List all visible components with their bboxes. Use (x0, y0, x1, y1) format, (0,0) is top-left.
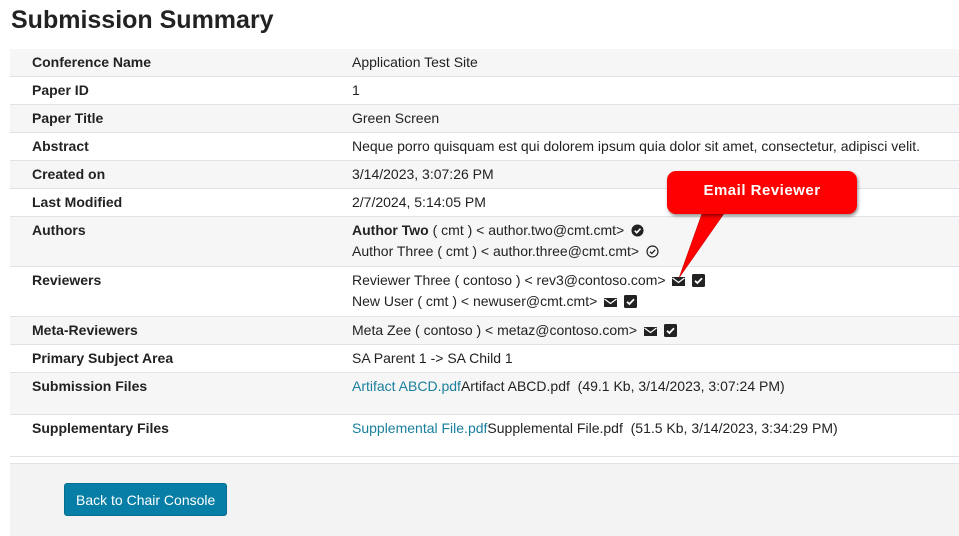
last-modified-value: 2/7/2024, 5:14:05 PM (352, 188, 959, 217)
supplementary-file-link[interactable]: Supplemental File.pdf (352, 420, 487, 436)
meta-reviewers-list: Meta Zee ( contoso ) < metaz@contoso.com… (352, 316, 959, 345)
email-icon[interactable] (643, 326, 657, 337)
submission-files-value: Artifact ABCD.pdfArtifact ABCD.pdf (49.1… (352, 372, 959, 415)
supplementary-file-details: (51.5 Kb, 3/14/2023, 3:34:29 PM) (622, 420, 838, 436)
label: Authors (10, 216, 352, 267)
submission-file-details: (49.1 Kb, 3/14/2023, 3:07:24 PM) (569, 378, 785, 394)
footer-bar: Back to Chair Console (10, 463, 959, 536)
author-details: ( cmt ) < author.two@cmt.cmt> (428, 222, 625, 238)
author-name: Author Two (352, 222, 429, 238)
row-paper-title: Paper Title Green Screen (10, 104, 959, 133)
author-details: ( cmt ) < author.three@cmt.cmt> (433, 243, 640, 259)
row-meta-reviewers: Meta-Reviewers Meta Zee ( contoso ) < me… (10, 316, 959, 345)
page-title: Submission Summary (11, 6, 274, 34)
checkbox-checked-icon[interactable] (692, 274, 706, 287)
created-on-value: 3/14/2023, 3:07:26 PM (352, 160, 959, 189)
email-reviewer-callout: Email Reviewer (667, 171, 857, 214)
back-to-chair-console-button[interactable]: Back to Chair Console (64, 483, 228, 516)
paper-title-value: Green Screen (352, 104, 959, 133)
submission-file-link[interactable]: Artifact ABCD.pdf (352, 378, 461, 394)
supplementary-files-value: Supplemental File.pdfSupplemental File.p… (352, 414, 959, 457)
submission-file-name: Artifact ABCD.pdf (460, 378, 570, 394)
label: Paper Title (10, 104, 352, 133)
row-reviewers: Reviewers Reviewer Three ( contoso ) < r… (10, 266, 959, 317)
label: Supplementary Files (10, 414, 352, 457)
reviewer-item: Reviewer Three ( contoso ) < rev3@contos… (352, 270, 959, 291)
row-authors: Authors Author Two ( cmt ) < author.two@… (10, 216, 959, 267)
label: Last Modified (10, 188, 352, 217)
submission-summary-table: Conference Name Application Test Site Pa… (10, 49, 959, 457)
paper-id-value: 1 (352, 76, 959, 105)
label: Reviewers (10, 266, 352, 317)
checkbox-checked-icon[interactable] (624, 295, 638, 308)
reviewers-list: Reviewer Three ( contoso ) < rev3@contos… (352, 266, 959, 317)
label: Created on (10, 160, 352, 189)
label: Abstract (10, 132, 352, 161)
meta-reviewer-details: Meta Zee ( contoso ) < metaz@contoso.com… (352, 322, 638, 338)
checkbox-checked-icon[interactable] (663, 324, 677, 337)
label: Primary Subject Area (10, 344, 352, 373)
check-circle-outline-icon (646, 245, 659, 258)
label: Paper ID (10, 76, 352, 105)
row-supplementary-files: Supplementary Files Supplemental File.pd… (10, 414, 959, 457)
author-item: Author Two ( cmt ) < author.two@cmt.cmt> (352, 220, 959, 241)
author-name: Author Three (352, 243, 434, 259)
row-submission-files: Submission Files Artifact ABCD.pdfArtifa… (10, 372, 959, 415)
email-icon[interactable] (604, 297, 618, 308)
label: Conference Name (10, 49, 352, 77)
label: Submission Files (10, 372, 352, 415)
primary-subject-area-value: SA Parent 1 -> SA Child 1 (352, 344, 959, 373)
email-icon[interactable] (672, 276, 686, 287)
author-item: Author Three ( cmt ) < author.three@cmt.… (352, 241, 959, 262)
supplementary-file-name: Supplemental File.pdf (487, 420, 623, 436)
abstract-value: Neque porro quisquam est qui dolorem ips… (352, 132, 959, 161)
check-circle-filled-icon (631, 224, 644, 237)
authors-list: Author Two ( cmt ) < author.two@cmt.cmt>… (352, 216, 959, 267)
row-conference-name: Conference Name Application Test Site (10, 49, 959, 77)
reviewer-details: New User ( cmt ) < newuser@cmt.cmt> (352, 293, 598, 309)
conference-name-value: Application Test Site (352, 49, 959, 77)
row-primary-subject-area: Primary Subject Area SA Parent 1 -> SA C… (10, 344, 959, 373)
row-paper-id: Paper ID 1 (10, 76, 959, 105)
row-abstract: Abstract Neque porro quisquam est qui do… (10, 132, 959, 161)
reviewer-item: New User ( cmt ) < newuser@cmt.cmt> (352, 291, 959, 312)
label: Meta-Reviewers (10, 316, 352, 345)
reviewer-details: Reviewer Three ( contoso ) < rev3@contos… (352, 272, 666, 288)
